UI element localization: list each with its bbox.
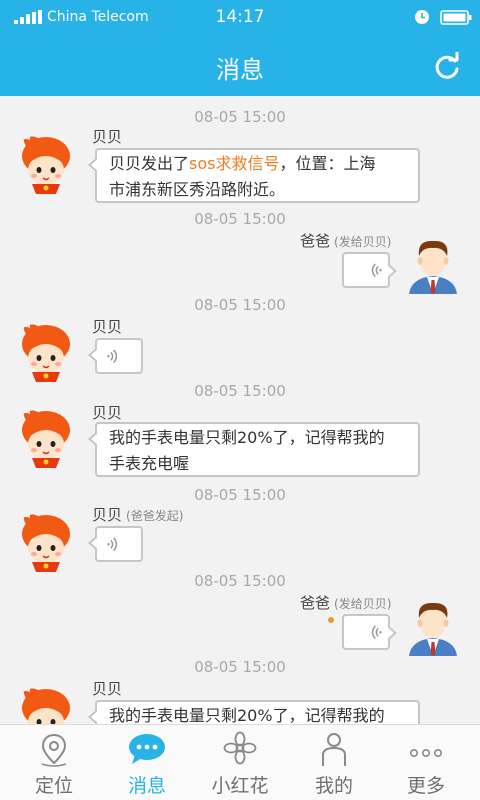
parent-avatar[interactable] [403,234,463,294]
more-dots-icon [409,748,442,757]
message-timestamp: 08-05 15:00 [194,210,286,228]
tab-location[interactable]: 定位 [6,725,102,800]
flower-icon [223,731,257,765]
sender-name: 贝贝 [92,128,123,146]
sender-name: 贝贝 (爸爸发起) [92,506,184,524]
tab-label: 更多 [406,775,445,797]
voice-wave-icon [364,262,384,282]
status-time: 14:17 [215,7,265,27]
sos-highlight: sos求救信号 [189,154,280,173]
sender-name: 贝贝 [92,318,123,336]
tab-label: 小红花 [211,775,269,797]
voice-wave-icon [105,348,125,368]
voice-message-bubble[interactable] [88,526,143,562]
page-title: 消息 [216,56,264,84]
chat-bubble-icon [129,734,165,764]
message-bubble[interactable]: 我的手表电量只剩20%了，记得帮我的 手表充电喔 [88,422,420,477]
tab-messages[interactable]: 消息 [99,725,195,800]
voice-message-bubble[interactable] [88,338,143,374]
message-timestamp: 08-05 15:00 [194,382,286,400]
unread-dot [328,617,334,623]
sender-name: 爸爸 (发给贝贝) [300,594,392,612]
message-text-line1: 我的手表电量只剩20%了，记得帮我的 [109,428,385,447]
status-bar: China Telecom 14:17 [0,0,480,36]
message-text-line2: 手表充电喔 [109,454,190,473]
refresh-icon[interactable] [432,52,462,82]
tab-little-flower[interactable]: 小红花 [192,725,288,800]
location-icon [41,733,67,767]
tab-label: 我的 [314,775,353,797]
app-header: 消息 [0,36,480,96]
message-timestamp: 08-05 15:00 [194,486,286,504]
child-avatar[interactable] [16,408,76,468]
recipient-note: (发给贝贝) [334,597,392,611]
sender-name: 爸爸 (发给贝贝) [300,232,392,250]
message-timestamp: 08-05 15:00 [194,572,286,590]
tab-more[interactable]: 更多 [378,725,474,800]
tab-label: 定位 [34,775,73,797]
person-icon [322,733,346,766]
bottom-tab-bar: 定位 消息 小红花 我的 更多 [0,724,480,800]
voice-wave-icon [364,624,384,644]
message-timestamp: 08-05 15:00 [194,108,286,126]
message-list[interactable]: 08-05 15:00 贝贝 贝贝发出了sos求救信号，位置：上海 市浦东新区秀… [0,96,480,724]
parent-avatar[interactable] [403,596,463,656]
message-timestamp: 08-05 15:00 [194,296,286,314]
child-avatar[interactable] [16,134,76,194]
message-text: ，位置：上海 [279,154,376,173]
message-bubble[interactable]: 我的手表电量只剩20%了，记得帮我的 [88,700,420,724]
alarm-icon [415,10,429,24]
sender-name: 贝贝 [92,404,123,422]
child-avatar[interactable] [16,512,76,572]
message-text-line2: 市浦东新区秀沿路附近。 [109,180,286,199]
recipient-note: (发给贝贝) [334,235,392,249]
message-timestamp: 08-05 15:00 [194,658,286,676]
message-text-line1: 我的手表电量只剩20%了，记得帮我的 [109,706,385,724]
message-text-line1: 贝贝发出了sos求救信号，位置：上海 [109,151,406,177]
message-text: 贝贝发出了 [109,154,190,173]
tab-label: 消息 [127,775,166,797]
child-avatar[interactable] [16,686,76,724]
voice-message-bubble[interactable] [342,252,397,288]
tab-mine[interactable]: 我的 [286,725,382,800]
message-bubble[interactable]: 贝贝发出了sos求救信号，位置：上海 市浦东新区秀沿路附近。 [88,148,420,203]
battery-icon [440,10,472,25]
child-avatar[interactable] [16,322,76,382]
voice-message-bubble[interactable] [342,614,397,650]
voice-wave-icon [105,536,125,556]
initiator-note: (爸爸发起) [126,509,184,523]
sender-name: 贝贝 [92,680,123,698]
